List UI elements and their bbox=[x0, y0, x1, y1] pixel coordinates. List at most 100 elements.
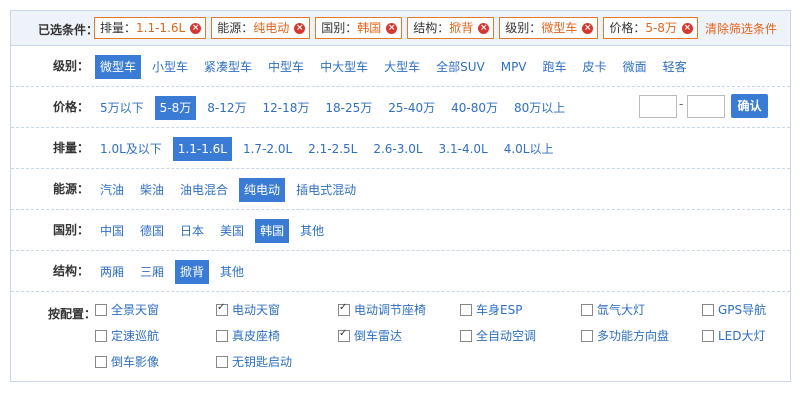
filter-option-level[interactable]: 轻客 bbox=[658, 55, 692, 79]
selected-conditions-bar: 已选条件： 排量： 1.1-1.6L × 能源： 纯电动 × 国别： 韩国 × 结构： 掀背 × 级别：… bbox=[11, 11, 790, 46]
filter-option-energy[interactable]: 插电式混动 bbox=[291, 178, 361, 202]
config-checkbox[interactable] bbox=[95, 355, 107, 368]
filter-option-displacement[interactable]: 2.1-2.5L bbox=[303, 137, 362, 161]
price-max-input[interactable] bbox=[687, 95, 725, 118]
filter-option-price[interactable]: 18-25万 bbox=[320, 96, 377, 120]
filter-option-level[interactable]: 全部SUV bbox=[431, 55, 490, 79]
filter-row-energy: 能源： 汽油 柴油 油电混合 纯电动 插电式混动 bbox=[11, 169, 790, 210]
chip-value: 掀背 bbox=[449, 21, 474, 35]
filter-option-country[interactable]: 其他 bbox=[295, 219, 329, 243]
filter-option-level[interactable]: 微型车 bbox=[95, 55, 142, 79]
selected-chip[interactable]: 能源： 纯电动 × bbox=[211, 17, 311, 39]
remove-icon[interactable]: × bbox=[681, 22, 693, 34]
selected-chip[interactable]: 结构： 掀背 × bbox=[407, 17, 495, 39]
config-checkbox[interactable] bbox=[702, 303, 714, 316]
filter-option-structure[interactable]: 掀背 bbox=[175, 260, 210, 284]
config-option[interactable]: 真皮座椅 bbox=[216, 327, 280, 344]
filter-row-level: 级别： 微型车 小型车 紧凑型车 中型车 中大型车 大型车 全部SUV MPV 跑车 皮卡 微面 轻客 bbox=[11, 46, 790, 87]
remove-icon[interactable]: × bbox=[386, 22, 398, 34]
config-checkbox[interactable] bbox=[216, 329, 228, 342]
filter-label-price: 价格： bbox=[52, 100, 89, 114]
config-option[interactable]: 倒车雷达 bbox=[338, 327, 402, 344]
filter-option-level[interactable]: 大型车 bbox=[379, 55, 425, 79]
filter-option-level[interactable]: 中大型车 bbox=[315, 55, 373, 79]
config-option-label: 氙气大灯 bbox=[597, 303, 646, 317]
filter-option-country[interactable]: 美国 bbox=[215, 219, 249, 243]
filter-option-price[interactable]: 40-80万 bbox=[446, 96, 503, 120]
remove-icon[interactable]: × bbox=[294, 22, 306, 34]
filter-option-displacement[interactable]: 2.6-3.0L bbox=[368, 137, 427, 161]
config-option[interactable]: 全景天窗 bbox=[95, 301, 159, 318]
filter-option-price[interactable]: 8-12万 bbox=[202, 96, 251, 120]
filter-row-structure: 结构： 两厢 三厢 掀背 其他 bbox=[11, 251, 790, 292]
config-option[interactable]: 氙气大灯 bbox=[581, 301, 645, 318]
config-checkbox[interactable] bbox=[702, 329, 714, 342]
price-min-input[interactable] bbox=[639, 95, 677, 118]
filter-option-level[interactable]: 皮卡 bbox=[578, 55, 612, 79]
config-option[interactable]: 定速巡航 bbox=[95, 327, 159, 344]
config-checkbox[interactable] bbox=[460, 329, 472, 342]
filter-option-level[interactable]: 微面 bbox=[618, 55, 652, 79]
filter-option-displacement[interactable]: 1.0L及以下 bbox=[95, 137, 167, 161]
selected-chip[interactable]: 级别： 微型车 × bbox=[499, 17, 599, 39]
config-option[interactable]: 多功能方向盘 bbox=[581, 327, 669, 344]
config-option[interactable]: 电动调节座椅 bbox=[338, 301, 426, 318]
filter-option-structure[interactable]: 其他 bbox=[215, 260, 249, 284]
filter-option-displacement[interactable]: 1.7-2.0L bbox=[238, 137, 297, 161]
config-option-label: 电动调节座椅 bbox=[354, 303, 427, 317]
config-checkbox[interactable] bbox=[581, 303, 593, 316]
filter-option-displacement[interactable]: 1.1-1.6L bbox=[172, 137, 232, 161]
filter-option-structure[interactable]: 三厢 bbox=[135, 260, 169, 284]
filter-label-displacement: 排量： bbox=[52, 141, 89, 155]
config-checkbox[interactable] bbox=[338, 328, 350, 342]
filter-option-structure[interactable]: 两厢 bbox=[95, 260, 129, 284]
filter-option-energy[interactable]: 汽油 bbox=[95, 178, 129, 202]
filter-option-level[interactable]: 中型车 bbox=[263, 55, 309, 79]
filter-option-energy[interactable]: 柴油 bbox=[135, 178, 169, 202]
config-option[interactable]: 电动天窗 bbox=[216, 301, 280, 318]
config-option-label: LED大灯 bbox=[718, 329, 766, 343]
config-checkbox[interactable] bbox=[95, 329, 107, 342]
config-option[interactable]: 倒车影像 bbox=[95, 353, 159, 370]
price-confirm-button[interactable]: 确认 bbox=[731, 94, 768, 118]
filter-option-country[interactable]: 中国 bbox=[95, 219, 129, 243]
clear-filters-link[interactable]: 清除筛选条件 bbox=[705, 20, 777, 37]
selected-chip[interactable]: 国别： 韩国 × bbox=[315, 17, 403, 39]
filter-option-price[interactable]: 80万以上 bbox=[509, 96, 570, 120]
filter-option-country[interactable]: 德国 bbox=[135, 219, 169, 243]
config-option[interactable]: 车身ESP bbox=[460, 301, 522, 318]
filter-option-energy[interactable]: 油电混合 bbox=[175, 178, 233, 202]
selected-chip[interactable]: 排量： 1.1-1.6L × bbox=[94, 17, 207, 39]
config-checkbox[interactable] bbox=[581, 329, 593, 342]
remove-icon[interactable]: × bbox=[478, 22, 490, 34]
config-option[interactable]: LED大灯 bbox=[702, 327, 766, 344]
remove-icon[interactable]: × bbox=[190, 22, 202, 34]
config-label: 按配置： bbox=[48, 307, 97, 321]
filter-option-price[interactable]: 12-18万 bbox=[258, 96, 315, 120]
config-option[interactable]: 无钥匙启动 bbox=[216, 353, 292, 370]
filter-option-level[interactable]: MPV bbox=[496, 55, 532, 79]
selected-chip[interactable]: 价格： 5-8万 × bbox=[603, 17, 698, 39]
filter-option-price[interactable]: 5万以下 bbox=[95, 96, 149, 120]
filter-option-country[interactable]: 日本 bbox=[175, 219, 209, 243]
filter-option-energy[interactable]: 纯电动 bbox=[239, 178, 286, 202]
filter-option-level[interactable]: 小型车 bbox=[147, 55, 193, 79]
filter-option-level[interactable]: 跑车 bbox=[538, 55, 572, 79]
filter-option-displacement[interactable]: 4.0L以上 bbox=[499, 137, 559, 161]
filter-option-price[interactable]: 5-8万 bbox=[154, 96, 197, 120]
filter-option-country[interactable]: 韩国 bbox=[255, 219, 290, 243]
config-option-label: 倒车影像 bbox=[111, 355, 160, 369]
chip-value: 纯电动 bbox=[253, 21, 290, 35]
filter-option-level[interactable]: 紧凑型车 bbox=[199, 55, 257, 79]
filter-label-structure: 结构： bbox=[52, 264, 89, 278]
config-option[interactable]: GPS导航 bbox=[702, 301, 766, 318]
remove-icon[interactable]: × bbox=[582, 22, 594, 34]
config-checkbox[interactable] bbox=[216, 302, 228, 316]
config-checkbox[interactable] bbox=[95, 303, 107, 316]
filter-option-displacement[interactable]: 3.1-4.0L bbox=[434, 137, 493, 161]
config-option[interactable]: 全自动空调 bbox=[460, 327, 536, 344]
config-checkbox[interactable] bbox=[338, 302, 350, 316]
config-checkbox[interactable] bbox=[460, 303, 472, 316]
config-checkbox[interactable] bbox=[216, 355, 228, 368]
filter-option-price[interactable]: 25-40万 bbox=[383, 96, 440, 120]
